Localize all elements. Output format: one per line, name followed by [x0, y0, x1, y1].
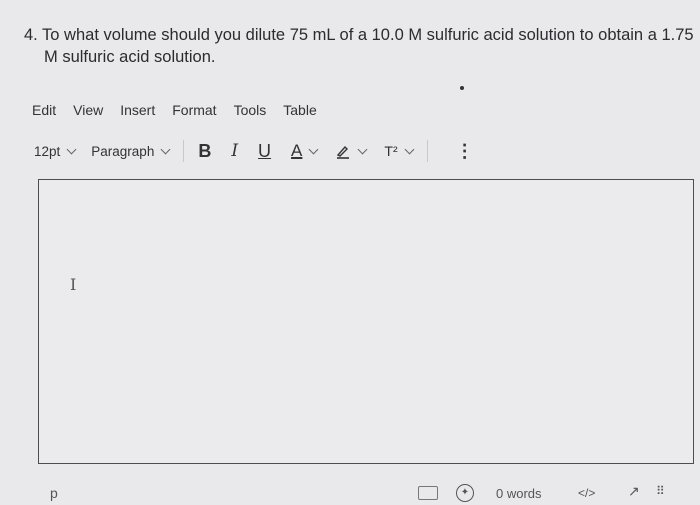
menu-view[interactable]: View [73, 102, 103, 118]
question-text: 4. To what volume should you dilute 75 m… [24, 24, 696, 68]
superscript-icon: T² [384, 143, 398, 159]
toolbar-divider [183, 140, 185, 162]
text-cursor-icon: I [70, 275, 77, 294]
editor-statusbar: p ✦ 0 words </> ↗ ⠿ [38, 480, 694, 505]
highlight-color-button[interactable] [335, 143, 368, 159]
menu-insert[interactable]: Insert [120, 102, 155, 118]
font-size-value: 12pt [34, 143, 61, 159]
toolbar-divider [426, 140, 428, 162]
block-format-select[interactable]: Paragraph [91, 143, 171, 159]
editor-menubar: Edit View Insert Format Tools Table [32, 102, 334, 118]
menu-edit[interactable]: Edit [32, 102, 56, 118]
menu-tools[interactable]: Tools [234, 102, 267, 118]
html-source-button[interactable]: </> [578, 486, 595, 500]
question-line-2: M sulfuric acid solution. [44, 48, 216, 66]
question-line-1: 4. To what volume should you dilute 75 m… [24, 26, 694, 44]
superscript-button[interactable]: T² [384, 143, 415, 159]
rich-text-editor-area[interactable] [38, 179, 694, 464]
screen-speck [460, 86, 464, 90]
chevron-down-icon [404, 144, 415, 154]
text-color-icon: A [291, 141, 303, 160]
editor-toolbar: 12pt Paragraph B I U A T² ⋮ [34, 138, 690, 164]
text-color-button[interactable]: A [291, 141, 319, 161]
menu-table[interactable]: Table [283, 102, 316, 118]
bold-button[interactable]: B [198, 141, 211, 162]
accessibility-icon[interactable]: ✦ [456, 484, 474, 502]
fullscreen-icon[interactable]: ↗ [628, 483, 640, 500]
underline-button[interactable]: U [258, 141, 271, 162]
chevron-down-icon [160, 144, 171, 154]
font-size-select[interactable]: 12pt [34, 143, 77, 159]
element-path[interactable]: p [50, 485, 58, 501]
keyboard-icon[interactable] [418, 486, 438, 500]
chevron-down-icon [66, 144, 77, 154]
menu-format[interactable]: Format [172, 102, 216, 118]
more-options-icon[interactable]: ⋮ [456, 141, 474, 162]
chevron-down-icon [308, 144, 319, 154]
resize-grip-icon[interactable]: ⠿ [656, 484, 665, 498]
block-format-value: Paragraph [91, 143, 155, 159]
chevron-down-icon [357, 144, 368, 154]
word-count[interactable]: 0 words [496, 486, 542, 501]
highlighter-icon [337, 145, 350, 159]
italic-button[interactable]: I [231, 141, 238, 161]
